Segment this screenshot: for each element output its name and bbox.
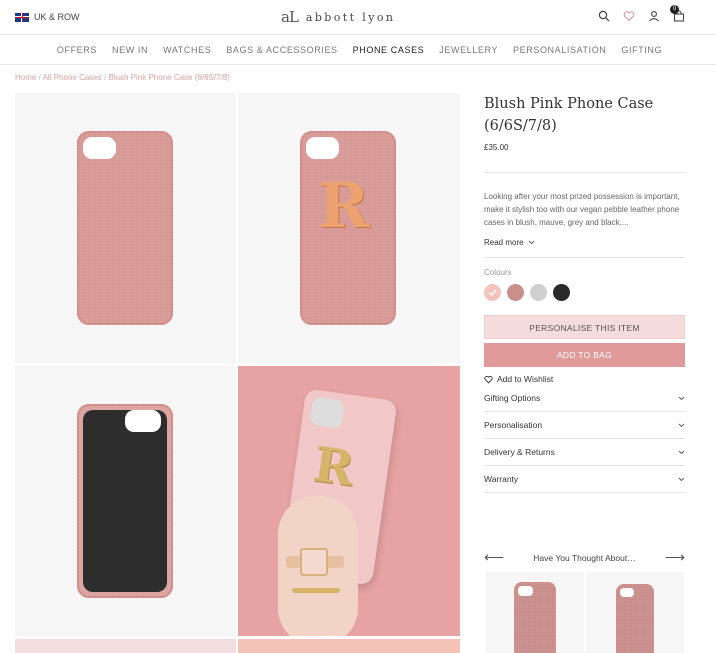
nav-item-gifting[interactable]: GIFTING bbox=[621, 36, 662, 64]
product-image-monogram[interactable]: R bbox=[238, 93, 460, 363]
colours-label: Colours bbox=[484, 268, 512, 277]
logo-mark: aL bbox=[281, 8, 299, 26]
divider bbox=[484, 172, 685, 173]
camera-cutout bbox=[125, 410, 161, 432]
colour-swatches bbox=[484, 284, 685, 301]
personalise-button[interactable]: PERSONALISE THIS ITEM bbox=[484, 315, 685, 339]
chevron-down-icon bbox=[678, 477, 685, 481]
colour-swatch-mauve[interactable] bbox=[507, 284, 524, 301]
add-to-wishlist-link[interactable]: Add to Wishlist bbox=[484, 374, 685, 384]
nav-item-phone-cases[interactable]: PHONE CASES bbox=[353, 36, 425, 64]
product-image-front[interactable] bbox=[15, 93, 236, 363]
brand-logo[interactable]: aL abbott lyon bbox=[281, 8, 395, 26]
accordion-label: Delivery & Returns bbox=[484, 447, 555, 457]
related-product-card[interactable] bbox=[586, 572, 684, 653]
accordion-delivery-returns[interactable]: Delivery & Returns bbox=[484, 439, 685, 466]
colour-swatch-grey[interactable] bbox=[530, 284, 547, 301]
related-products-header: ⟵ Have You Thought About… ⟶ bbox=[484, 549, 685, 566]
camera-cutout bbox=[306, 137, 339, 159]
breadcrumb-current[interactable]: Blush Pink Phone Case (6/6S/7/8) bbox=[108, 73, 229, 82]
nav-item-jewellery[interactable]: JEWELLERY bbox=[439, 36, 498, 64]
product-image-inside[interactable] bbox=[15, 366, 236, 636]
chevron-down-icon bbox=[678, 396, 685, 400]
search-icon[interactable] bbox=[598, 10, 610, 22]
logo-text: abbott lyon bbox=[305, 10, 396, 24]
product-title: Blush Pink Phone Case (6/6S/7/8) bbox=[484, 93, 685, 137]
monogram-letter: R bbox=[318, 169, 370, 242]
related-product-image bbox=[514, 582, 556, 653]
bracelet bbox=[292, 588, 340, 593]
bag-count-badge: 0 bbox=[670, 5, 679, 14]
accordion-warranty[interactable]: Warranty bbox=[484, 466, 685, 493]
read-more-label: Read more bbox=[484, 238, 524, 247]
product-image-6[interactable] bbox=[238, 639, 460, 653]
region-selector[interactable]: UK & ROW bbox=[15, 12, 80, 22]
top-header: UK & ROW aL abbott lyon 0 bbox=[0, 0, 716, 35]
product-info: Blush Pink Phone Case (6/6S/7/8) £35.00 … bbox=[484, 93, 685, 493]
arrow-right-icon[interactable]: ⟶ bbox=[665, 549, 685, 566]
breadcrumb-home[interactable]: Home bbox=[15, 73, 36, 82]
accordion-label: Gifting Options bbox=[484, 393, 541, 403]
colour-swatch-blush[interactable] bbox=[484, 284, 501, 301]
nav-item-watches[interactable]: WATCHES bbox=[163, 36, 211, 64]
heart-icon[interactable] bbox=[623, 10, 635, 22]
nav-item-new-in[interactable]: NEW IN bbox=[112, 36, 148, 64]
breadcrumb: Home / All Phone Cases / Blush Pink Phon… bbox=[15, 73, 230, 82]
product-title-line2: (6/6S/7/8) bbox=[484, 118, 557, 134]
chevron-down-icon bbox=[678, 450, 685, 454]
add-to-bag-button[interactable]: ADD TO BAG bbox=[484, 343, 685, 367]
heart-icon bbox=[484, 375, 493, 384]
product-image-5[interactable] bbox=[15, 639, 236, 653]
camera-cutout bbox=[309, 396, 346, 429]
accordion-gifting-options[interactable]: Gifting Options bbox=[484, 385, 685, 412]
accordion-label: Personalisation bbox=[484, 420, 543, 430]
camera-cutout bbox=[83, 137, 116, 159]
related-product-image bbox=[616, 584, 654, 653]
accordion-personalisation[interactable]: Personalisation bbox=[484, 412, 685, 439]
nav-item-bags-accessories[interactable]: BAGS & ACCESSORIES bbox=[226, 36, 337, 64]
product-image-lifestyle[interactable]: R bbox=[238, 366, 460, 636]
phone-case-image: R bbox=[300, 131, 396, 325]
chevron-down-icon bbox=[528, 240, 534, 245]
breadcrumb-separator: / bbox=[103, 73, 107, 82]
uk-flag-icon bbox=[15, 12, 29, 22]
product-price: £35.00 bbox=[484, 143, 509, 152]
check-icon bbox=[488, 289, 497, 297]
colour-swatch-black[interactable] bbox=[553, 284, 570, 301]
related-product-card[interactable] bbox=[486, 572, 584, 653]
accordion-label: Warranty bbox=[484, 474, 519, 484]
breadcrumb-category[interactable]: All Phone Cases bbox=[43, 73, 102, 82]
nav-item-offers[interactable]: OFFERS bbox=[57, 36, 97, 64]
camera-cutout bbox=[620, 588, 634, 597]
product-title-line1: Blush Pink Phone Case bbox=[484, 96, 654, 112]
divider bbox=[484, 257, 685, 258]
read-more-link[interactable]: Read more bbox=[484, 238, 685, 247]
nav-item-personalisation[interactable]: PERSONALISATION bbox=[513, 36, 606, 64]
phone-case-interior-image bbox=[77, 404, 173, 598]
region-label: UK & ROW bbox=[34, 12, 80, 22]
camera-cutout bbox=[518, 586, 533, 596]
account-icon[interactable] bbox=[648, 10, 660, 22]
product-description: Looking after your most prized possessio… bbox=[484, 192, 680, 227]
arrow-left-icon[interactable]: ⟵ bbox=[484, 549, 504, 566]
case-lining bbox=[83, 410, 167, 592]
breadcrumb-separator: / bbox=[38, 73, 41, 82]
monogram-letter: R bbox=[310, 436, 358, 498]
chevron-down-icon bbox=[678, 423, 685, 427]
phone-case-image bbox=[77, 131, 173, 325]
main-nav: OFFERS NEW IN WATCHES BAGS & ACCESSORIES… bbox=[0, 36, 716, 65]
wishlist-label: Add to Wishlist bbox=[497, 374, 554, 384]
watch-face bbox=[300, 548, 328, 576]
related-title: Have You Thought About… bbox=[533, 552, 636, 563]
